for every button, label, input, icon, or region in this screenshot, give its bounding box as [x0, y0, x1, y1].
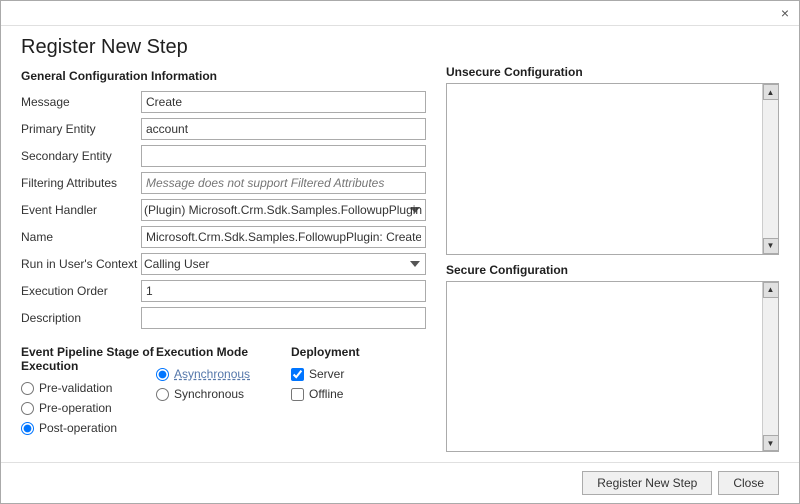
asynchronous-label: Asynchronous — [174, 367, 250, 381]
server-label: Server — [309, 367, 344, 381]
bottom-section: Event Pipeline Stage of Execution Pre-va… — [21, 345, 426, 435]
event-pipeline-col: Event Pipeline Stage of Execution Pre-va… — [21, 345, 156, 435]
event-handler-row: Event Handler (Plugin) Microsoft.Crm.Sdk… — [21, 199, 426, 221]
name-label: Name — [21, 230, 141, 244]
secure-scroll-up[interactable]: ▲ — [763, 282, 779, 298]
execution-mode-col: Execution Mode Asynchronous Synchronous — [156, 345, 291, 435]
register-new-step-button[interactable]: Register New Step — [582, 471, 712, 495]
pre-validation-option[interactable]: Pre-validation — [21, 381, 156, 395]
unsecure-scrollbar: ▲ ▼ — [762, 84, 778, 254]
execution-mode-options: Asynchronous Synchronous — [156, 367, 291, 401]
description-row: Description — [21, 307, 426, 329]
pre-operation-radio[interactable] — [21, 402, 34, 415]
post-operation-option[interactable]: Post-operation — [21, 421, 156, 435]
execution-order-input[interactable] — [141, 280, 426, 302]
offline-option[interactable]: Offline — [291, 387, 426, 401]
run-in-users-context-label: Run in User's Context — [21, 257, 141, 271]
deployment-options: Server Offline — [291, 367, 426, 401]
name-row: Name — [21, 226, 426, 248]
post-operation-radio[interactable] — [21, 422, 34, 435]
synchronous-option[interactable]: Synchronous — [156, 387, 291, 401]
run-in-users-context-row: Run in User's Context Calling User — [21, 253, 426, 275]
secondary-entity-input[interactable] — [141, 145, 426, 167]
filtering-attributes-input[interactable] — [141, 172, 426, 194]
primary-entity-row: Primary Entity — [21, 118, 426, 140]
execution-mode-title: Execution Mode — [156, 345, 291, 359]
event-handler-label: Event Handler — [21, 203, 141, 217]
synchronous-radio[interactable] — [156, 388, 169, 401]
server-checkbox[interactable] — [291, 368, 304, 381]
secure-section: Secure Configuration ▲ ▼ — [446, 263, 779, 453]
pre-operation-label: Pre-operation — [39, 401, 112, 415]
close-x-button[interactable]: × — [777, 5, 793, 21]
register-new-step-dialog: × Register New Step General Configuratio… — [0, 0, 800, 504]
offline-label: Offline — [309, 387, 343, 401]
description-label: Description — [21, 311, 141, 325]
filtering-attributes-row: Filtering Attributes — [21, 172, 426, 194]
server-option[interactable]: Server — [291, 367, 426, 381]
secondary-entity-label: Secondary Entity — [21, 149, 141, 163]
right-panel-inner: Unsecure Configuration ▲ ▼ Secure Config… — [446, 65, 779, 452]
primary-entity-label: Primary Entity — [21, 122, 141, 136]
unsecure-scroll-down[interactable]: ▼ — [763, 238, 779, 254]
secure-scroll-down[interactable]: ▼ — [763, 435, 779, 451]
pre-operation-option[interactable]: Pre-operation — [21, 401, 156, 415]
filtering-attributes-label: Filtering Attributes — [21, 176, 141, 190]
deployment-title: Deployment — [291, 345, 426, 359]
post-operation-label: Post-operation — [39, 421, 117, 435]
execution-order-row: Execution Order — [21, 280, 426, 302]
general-section-label: General Configuration Information — [21, 69, 426, 83]
execution-order-label: Execution Order — [21, 284, 141, 298]
event-handler-select[interactable]: (Plugin) Microsoft.Crm.Sdk.Samples.Follo… — [141, 199, 426, 221]
unsecure-config-box[interactable]: ▲ ▼ — [446, 83, 779, 255]
close-button[interactable]: Close — [718, 471, 779, 495]
asynchronous-radio[interactable] — [156, 368, 169, 381]
message-input[interactable] — [141, 91, 426, 113]
title-bar: × — [1, 1, 799, 26]
secure-config-box[interactable]: ▲ ▼ — [446, 281, 779, 453]
dialog-body: General Configuration Information Messag… — [1, 65, 799, 462]
dialog-title: Register New Step — [1, 26, 799, 65]
synchronous-label: Synchronous — [174, 387, 244, 401]
pre-validation-radio[interactable] — [21, 382, 34, 395]
event-pipeline-options: Pre-validation Pre-operation Post-operat… — [21, 381, 156, 435]
secure-scrollbar: ▲ ▼ — [762, 282, 778, 452]
secure-config-label: Secure Configuration — [446, 263, 779, 277]
right-panel: Unsecure Configuration ▲ ▼ Secure Config… — [446, 65, 779, 452]
message-row: Message — [21, 91, 426, 113]
primary-entity-input[interactable] — [141, 118, 426, 140]
dialog-footer: Register New Step Close — [1, 462, 799, 503]
unsecure-config-label: Unsecure Configuration — [446, 65, 779, 79]
name-input[interactable] — [141, 226, 426, 248]
message-label: Message — [21, 95, 141, 109]
offline-checkbox[interactable] — [291, 388, 304, 401]
description-input[interactable] — [141, 307, 426, 329]
secondary-entity-row: Secondary Entity — [21, 145, 426, 167]
unsecure-section: Unsecure Configuration ▲ ▼ — [446, 65, 779, 255]
pre-validation-label: Pre-validation — [39, 381, 112, 395]
unsecure-scroll-up[interactable]: ▲ — [763, 84, 779, 100]
deployment-col: Deployment Server Offline — [291, 345, 426, 435]
asynchronous-option[interactable]: Asynchronous — [156, 367, 291, 381]
left-panel: General Configuration Information Messag… — [21, 65, 446, 452]
event-pipeline-title: Event Pipeline Stage of Execution — [21, 345, 156, 373]
run-in-users-context-select[interactable]: Calling User — [141, 253, 426, 275]
